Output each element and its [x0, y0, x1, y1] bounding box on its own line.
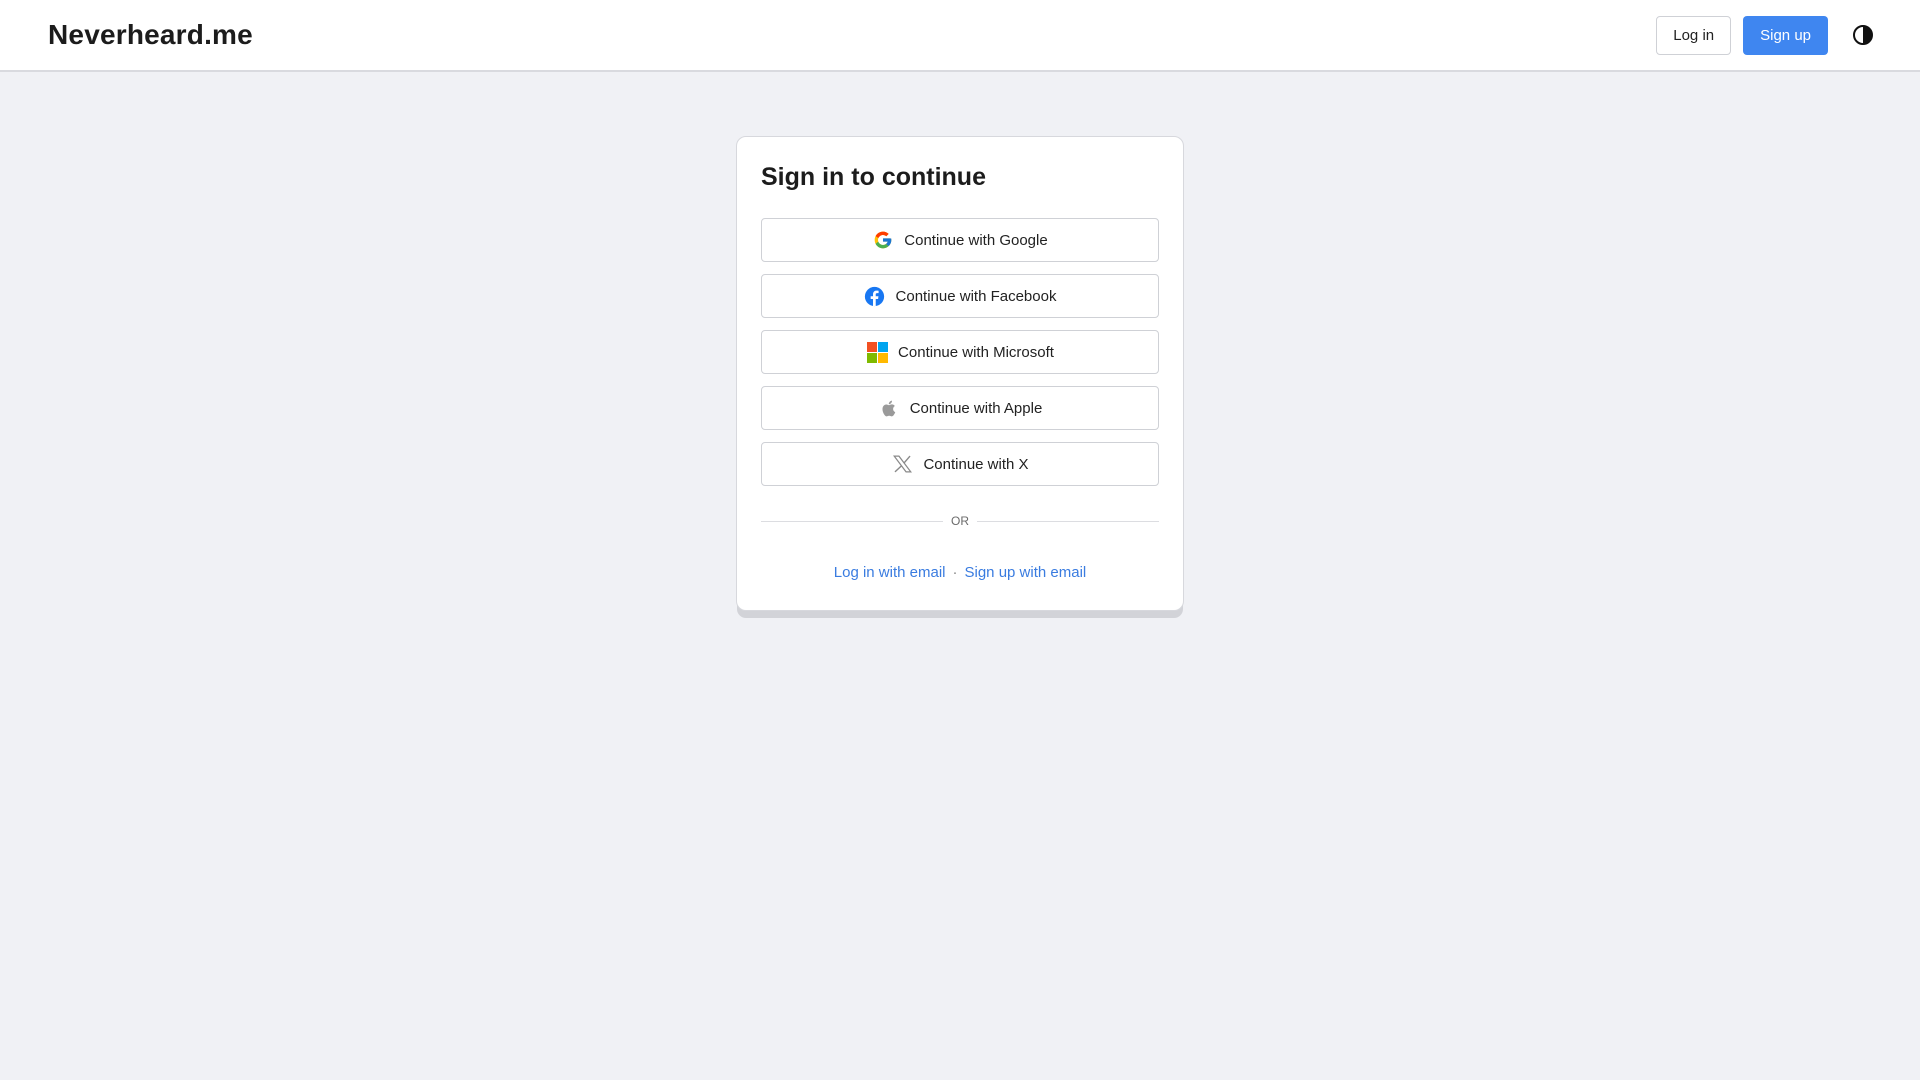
login-with-email-link[interactable]: Log in with email — [834, 564, 946, 581]
signup-button[interactable]: Sign up — [1743, 15, 1828, 55]
login-button[interactable]: Log in — [1656, 15, 1732, 55]
email-links: Log in with email · Sign up with email — [761, 564, 1159, 581]
divider-text: OR — [951, 514, 969, 528]
top-navbar: Neverheard.me Log in Sign up — [0, 0, 1920, 72]
continue-apple-label: Continue with Apple — [909, 399, 1043, 417]
continue-microsoft-label: Continue with Microsoft — [898, 343, 1054, 361]
contrast-icon — [1853, 25, 1873, 45]
microsoft-icon — [866, 341, 888, 363]
site-logo[interactable]: Neverheard.me — [48, 19, 253, 51]
divider-line-left — [761, 520, 943, 522]
or-divider: OR — [761, 514, 1159, 528]
continue-x-label: Continue with X — [923, 455, 1029, 473]
continue-google-button[interactable]: Continue with Google — [761, 218, 1159, 262]
signup-with-email-link[interactable]: Sign up with email — [965, 564, 1087, 581]
theme-toggle-button[interactable] — [1848, 20, 1878, 50]
link-separator: · — [952, 564, 958, 581]
x-icon — [891, 453, 913, 475]
continue-x-button[interactable]: Continue with X — [761, 442, 1159, 486]
continue-apple-button[interactable]: Continue with Apple — [761, 386, 1159, 430]
facebook-icon — [864, 285, 886, 307]
continue-facebook-label: Continue with Facebook — [895, 287, 1057, 305]
page-title: Sign in to continue — [761, 163, 986, 191]
continue-facebook-button[interactable]: Continue with Facebook — [761, 274, 1159, 318]
signin-card: Sign in to continue Continue with Google… — [736, 136, 1184, 611]
header-actions: Log in Sign up — [1656, 15, 1873, 55]
continue-google-label: Continue with Google — [904, 231, 1048, 249]
google-icon — [872, 229, 894, 251]
divider-line-right — [977, 520, 1159, 522]
apple-icon — [878, 397, 900, 419]
continue-microsoft-button[interactable]: Continue with Microsoft — [761, 330, 1159, 374]
